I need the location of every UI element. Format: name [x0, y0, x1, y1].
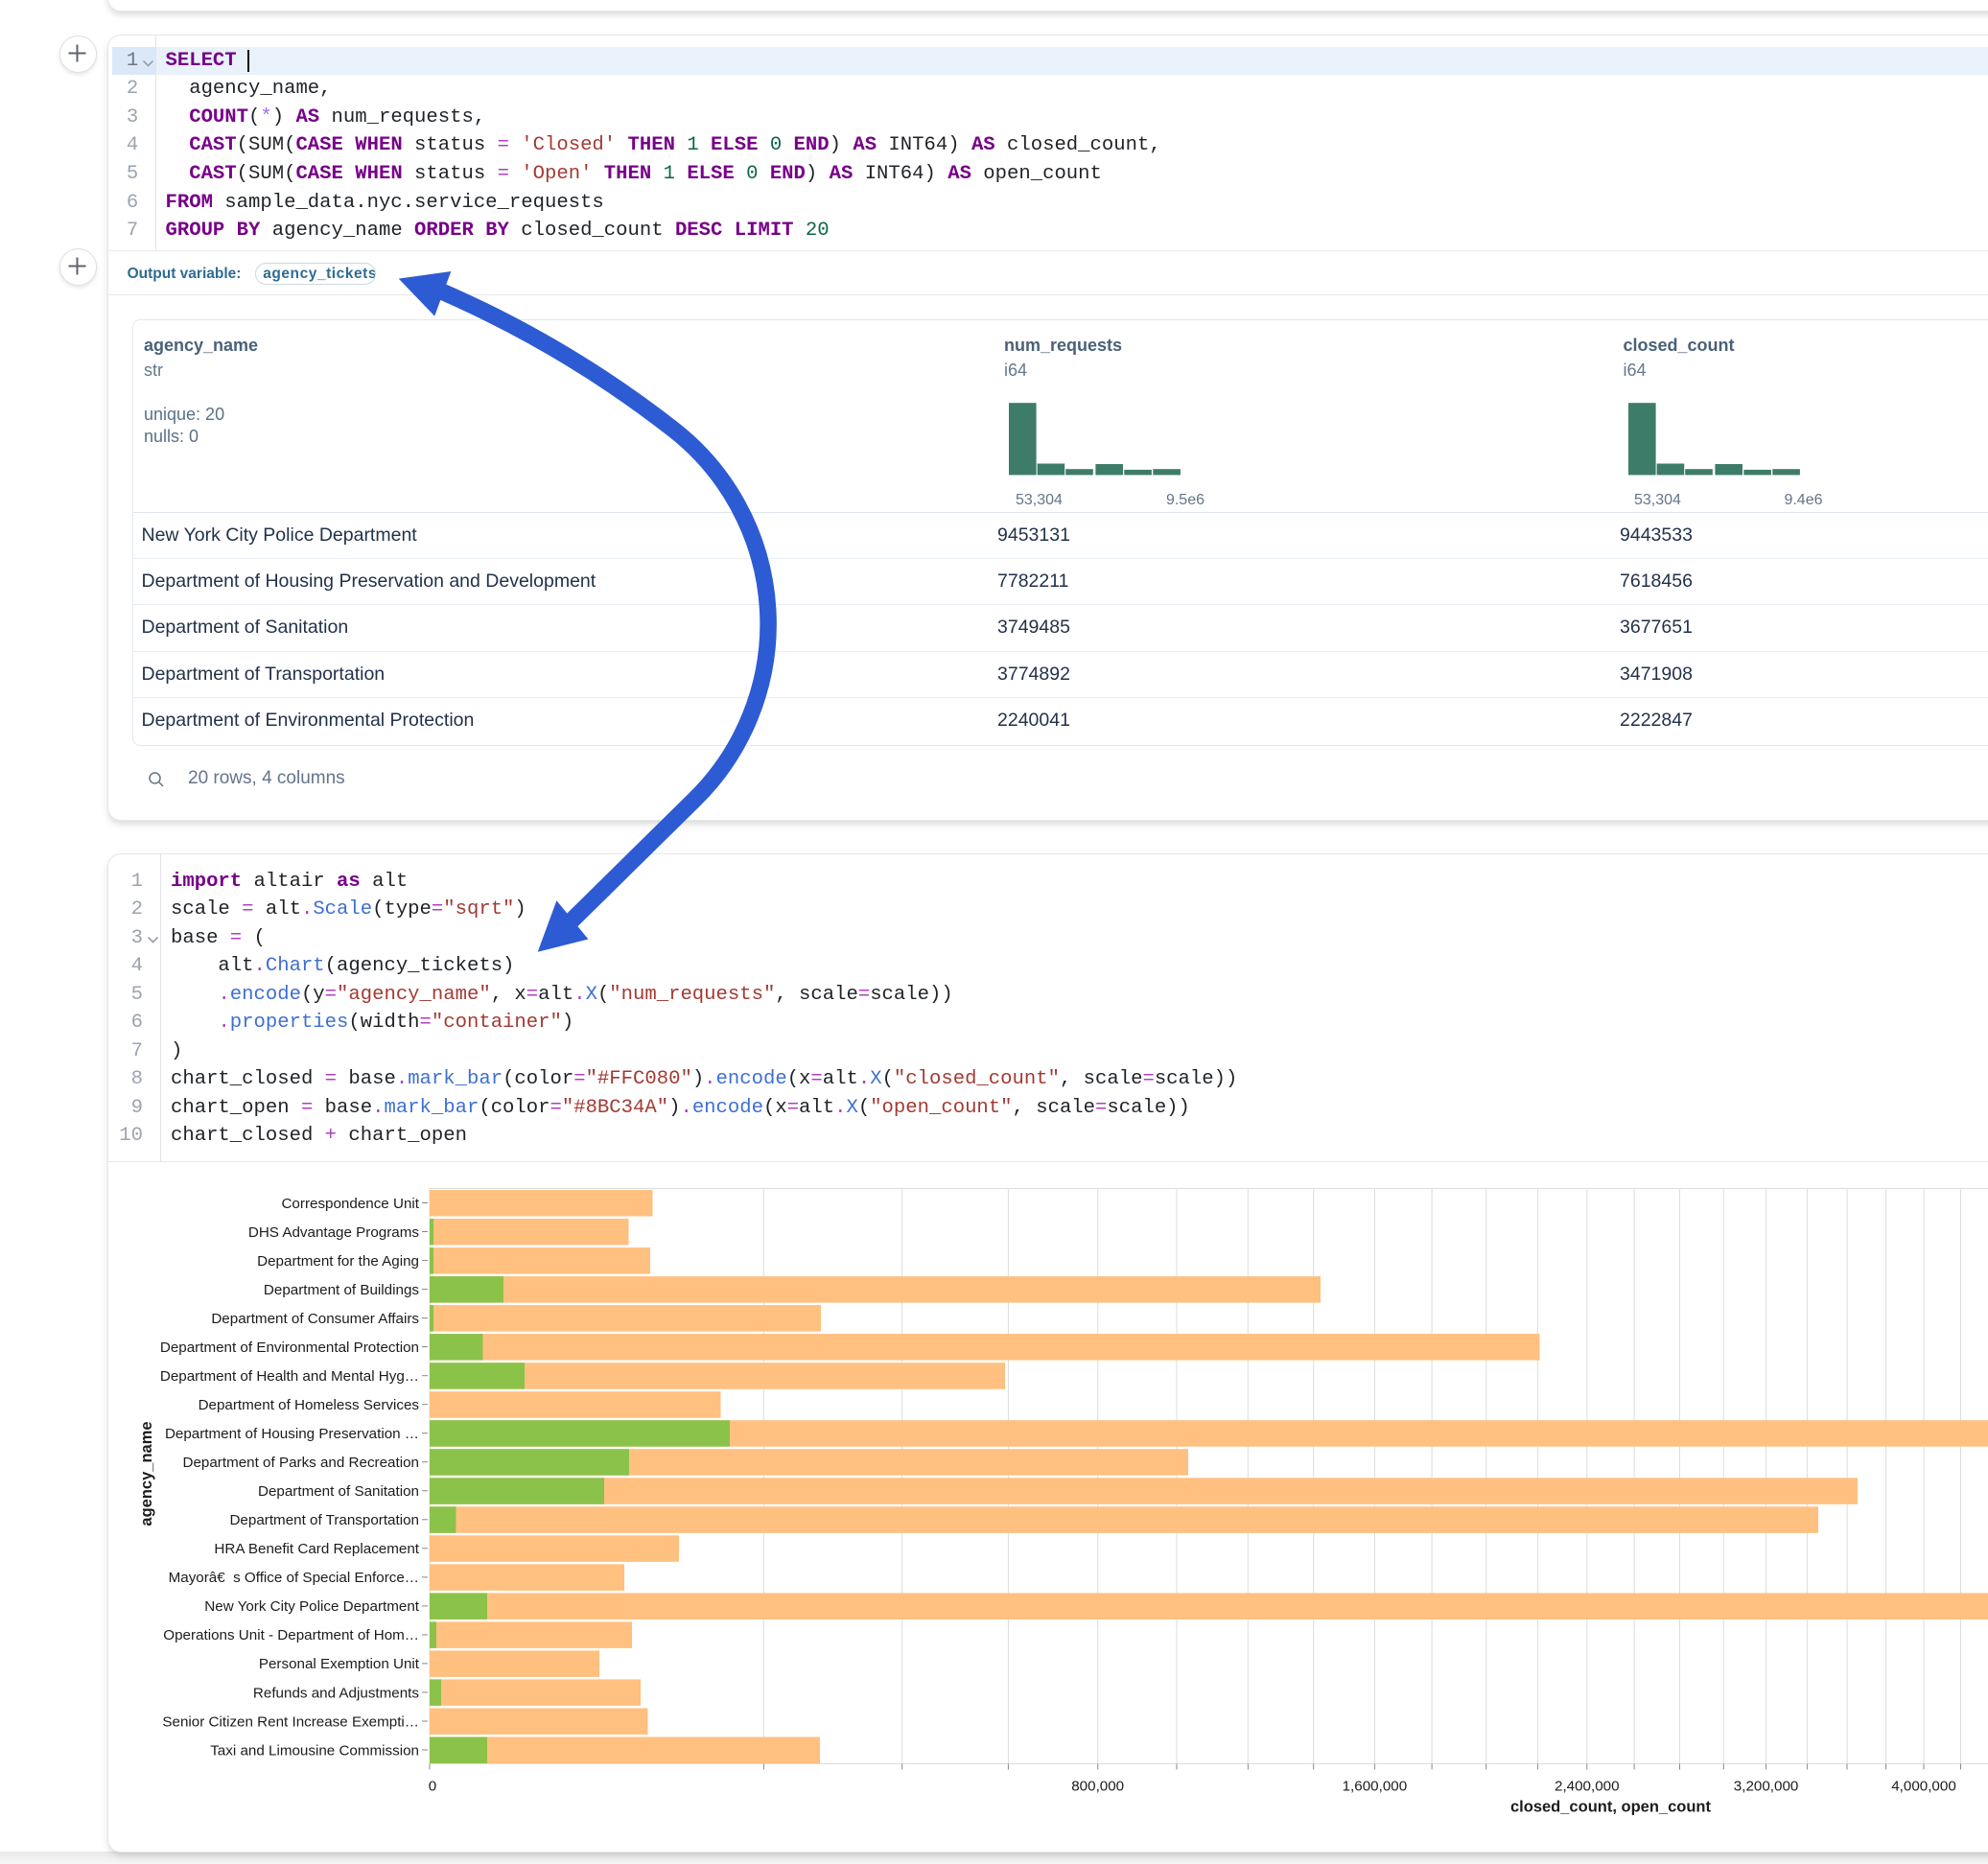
svg-text:closed_count, open_count: closed_count, open_count — [1510, 1799, 1712, 1816]
svg-text:DHS Advantage Programs: DHS Advantage Programs — [248, 1224, 420, 1241]
svg-text:Department of Environmental Pr: Department of Environmental Protection — [160, 1340, 419, 1356]
svg-text:Department of Buildings: Department of Buildings — [264, 1282, 419, 1298]
svg-text:Department for the Aging: Department for the Aging — [257, 1253, 419, 1270]
svg-text:Operations Unit - Department o: Operations Unit - Department of Hom… — [163, 1627, 419, 1643]
svg-text:Mayorâ€ s Office of Special E: Mayorâ€ s Office of Special Enforce… — [169, 1570, 419, 1586]
svg-text:1,600,000: 1,600,000 — [1343, 1779, 1408, 1795]
svg-text:2,400,000: 2,400,000 — [1555, 1779, 1620, 1795]
svg-text:Correspondence Unit: Correspondence Unit — [281, 1196, 419, 1212]
svg-text:Department of Transportation: Department of Transportation — [229, 1512, 419, 1528]
svg-text:3,200,000: 3,200,000 — [1734, 1779, 1799, 1795]
svg-text:agency_name: agency_name — [138, 1421, 155, 1526]
svg-text:Department of Consumer Affairs: Department of Consumer Affairs — [211, 1311, 419, 1327]
svg-text:New York City Police Departmen: New York City Police Department — [204, 1598, 419, 1615]
svg-text:0: 0 — [429, 1779, 436, 1795]
svg-text:Senior Citizen Rent Increase E: Senior Citizen Rent Increase Exempti… — [162, 1713, 419, 1730]
svg-text:4,000,000: 4,000,000 — [1891, 1779, 1956, 1795]
svg-text:800,000: 800,000 — [1071, 1779, 1124, 1795]
svg-text:Department of Health and Menta: Department of Health and Mental Hyg… — [160, 1368, 419, 1385]
svg-text:Department of Housing Preserva: Department of Housing Preservation … — [165, 1426, 419, 1442]
svg-text:Taxi and Limousine Commission: Taxi and Limousine Commission — [210, 1742, 419, 1759]
svg-text:Personal Exemption Unit: Personal Exemption Unit — [259, 1656, 420, 1672]
svg-text:Department of Sanitation: Department of Sanitation — [258, 1483, 419, 1500]
svg-text:Department of Parks and Recrea: Department of Parks and Recreation — [182, 1455, 419, 1471]
svg-text:Department of Homeless Service: Department of Homeless Services — [199, 1397, 420, 1413]
svg-text:HRA Benefit Card Replacement: HRA Benefit Card Replacement — [214, 1541, 419, 1557]
svg-text:Refunds and Adjustments: Refunds and Adjustments — [253, 1685, 419, 1701]
